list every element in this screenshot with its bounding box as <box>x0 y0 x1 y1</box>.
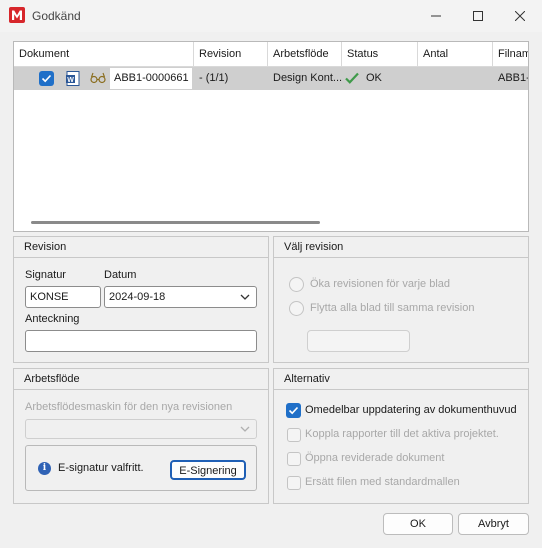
chevron-down-icon[interactable] <box>240 287 250 314</box>
ok-button[interactable]: OK <box>383 513 453 535</box>
workflow-group: Arbetsflöde Arbetsflödesmaskin för den n… <box>13 368 269 504</box>
close-button[interactable] <box>500 4 540 28</box>
glasses-icon[interactable] <box>90 72 106 84</box>
title-bar: Godkänd <box>0 0 542 32</box>
revision-group-title: Revision <box>14 237 268 258</box>
esign-panel: i E-signatur valfritt. E-Signering <box>25 445 257 491</box>
maximize-button[interactable] <box>458 4 498 28</box>
radio-move-all-sheets-same-revision[interactable] <box>289 301 304 316</box>
signature-input[interactable]: KONSE <box>25 286 101 308</box>
select-revision-group-title: Välj revision <box>274 237 528 258</box>
horizontal-scrollbar[interactable] <box>31 221 320 224</box>
option-label-replace-template: Ersätt filen med standardmallen <box>305 476 460 488</box>
option-checkbox-update-header[interactable] <box>286 403 301 418</box>
option-checkbox-open-revised[interactable] <box>287 452 301 466</box>
filename-cell: ABB1-0 <box>498 72 528 84</box>
option-label-open-revised: Öppna reviderade dokument <box>305 452 445 464</box>
column-header-workflow[interactable]: Arbetsflöde <box>268 42 342 67</box>
grid-header: Dokument Revision Arbetsflöde Status Ant… <box>14 42 528 67</box>
column-header-count[interactable]: Antal <box>418 42 493 67</box>
signature-label: Signatur <box>25 269 66 281</box>
workflow-engine-label: Arbetsflödesmaskin för den nya revisione… <box>25 401 233 413</box>
revision-group: Revision Signatur Datum KONSE 2024-09-18… <box>13 236 269 363</box>
revision-select-button[interactable] <box>307 330 410 352</box>
cancel-button[interactable]: Avbryt <box>458 513 529 535</box>
info-icon: i <box>38 462 51 475</box>
radio-move-all-sheets-label: Flytta alla blad till samma revision <box>310 302 475 314</box>
document-grid[interactable]: Dokument Revision Arbetsflöde Status Ant… <box>13 41 529 232</box>
radio-increase-revision-label: Öka revisionen för varje blad <box>310 278 451 290</box>
table-row[interactable]: W ABB1-0000661 - (1/1) Design Kont... OK… <box>14 67 528 90</box>
word-document-icon: W <box>66 71 80 86</box>
window-title: Godkänd <box>32 9 81 23</box>
options-group-title: Alternativ <box>274 369 528 390</box>
column-header-document[interactable]: Dokument <box>14 42 194 67</box>
minimize-button[interactable] <box>416 4 456 28</box>
date-label: Datum <box>104 269 137 281</box>
option-label-update-header: Omedelbar uppdatering av dokumenthuvud <box>305 404 517 416</box>
workflow-engine-select[interactable] <box>25 419 257 439</box>
date-value: 2024-09-18 <box>109 291 166 303</box>
column-header-status[interactable]: Status <box>342 42 418 67</box>
esign-info-text: E-signatur valfritt. <box>58 462 144 474</box>
radio-increase-revision-each-sheet[interactable] <box>289 277 304 292</box>
chevron-down-icon <box>240 420 250 441</box>
options-group: Alternativ Omedelbar uppdatering av doku… <box>273 368 529 504</box>
column-header-filename[interactable]: Filnamn <box>493 42 528 67</box>
column-header-revision[interactable]: Revision <box>194 42 268 67</box>
option-checkbox-replace-template[interactable] <box>287 476 301 490</box>
row-checkbox[interactable] <box>39 71 54 86</box>
option-checkbox-link-reports[interactable] <box>287 428 301 442</box>
workflow-group-title: Arbetsflöde <box>14 369 268 390</box>
svg-text:W: W <box>67 77 74 84</box>
date-picker[interactable]: 2024-09-18 <box>104 286 257 308</box>
esign-button[interactable]: E-Signering <box>170 460 246 480</box>
note-input[interactable] <box>25 330 257 352</box>
option-label-link-reports: Koppla rapporter till det aktiva projekt… <box>305 428 499 440</box>
revision-cell: - (1/1) <box>199 72 229 84</box>
document-number-cell[interactable]: ABB1-0000661 <box>110 68 192 89</box>
workflow-cell: Design Kont... <box>273 72 342 84</box>
checkmark-ok-icon <box>345 72 359 84</box>
note-label: Anteckning <box>25 313 80 325</box>
app-logo-icon <box>9 7 25 23</box>
select-revision-group: Välj revision Öka revisionen för varje b… <box>273 236 529 363</box>
status-cell: OK <box>366 72 382 84</box>
count-cell <box>418 67 493 90</box>
